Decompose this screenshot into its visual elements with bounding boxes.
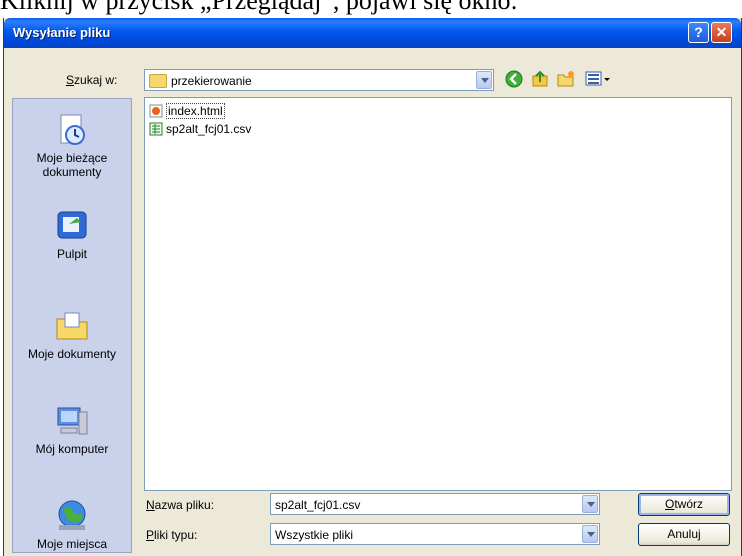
- file-type-select[interactable]: Wszystkie pliki: [270, 523, 600, 545]
- place-my-documents[interactable]: Moje dokumenty: [13, 309, 131, 361]
- window-title: Wysyłanie pliku: [13, 25, 111, 40]
- close-button[interactable]: ✕: [711, 22, 732, 43]
- list-item[interactable]: index.html: [149, 103, 225, 120]
- help-button[interactable]: ?: [688, 22, 709, 43]
- file-upload-dialog: Wysyłanie pliku ? ✕ Szukaj w: przekierow…: [3, 18, 742, 556]
- place-recent-documents[interactable]: Moje bieżące dokumenty: [13, 113, 131, 179]
- list-item[interactable]: sp2alt_fcj01.csv: [149, 122, 251, 138]
- new-folder-icon[interactable]: [556, 70, 576, 90]
- open-button[interactable]: Otwórz: [638, 493, 730, 516]
- desktop-icon: [55, 209, 89, 243]
- up-folder-icon[interactable]: [530, 70, 550, 90]
- places-bar: Moje bieżące dokumenty Pulpit Moje dokum…: [12, 98, 132, 553]
- place-desktop[interactable]: Pulpit: [13, 209, 131, 261]
- look-in-label: Szukaj w:: [66, 73, 118, 87]
- views-menu-icon[interactable]: [584, 70, 614, 90]
- look-in-value: przekierowanie: [171, 74, 252, 88]
- network-places-icon: [55, 499, 89, 533]
- my-documents-icon: [55, 309, 89, 343]
- file-name: index.html: [166, 103, 225, 119]
- back-icon[interactable]: [504, 70, 524, 90]
- place-my-computer[interactable]: Mój komputer: [13, 404, 131, 456]
- place-network[interactable]: Moje miejsca: [13, 499, 131, 551]
- html-file-icon: [149, 104, 163, 118]
- chevron-down-icon[interactable]: [582, 525, 598, 543]
- file-name-field[interactable]: sp2alt_fcj01.csv: [270, 493, 600, 515]
- title-bar[interactable]: Wysyłanie pliku ? ✕: [4, 18, 741, 48]
- folder-icon: [149, 73, 167, 88]
- file-list[interactable]: index.html sp2alt_fcj01.csv: [144, 97, 732, 491]
- cancel-button[interactable]: Anuluj: [638, 523, 730, 546]
- chevron-down-icon[interactable]: [582, 495, 598, 513]
- chevron-down-icon[interactable]: [476, 71, 492, 89]
- file-type-label: Pliki typu:: [146, 528, 198, 542]
- document-background-text: Kliknij w przycisk „Przeglądaj”, pojawi …: [0, 0, 518, 15]
- recent-documents-icon: [55, 113, 89, 147]
- csv-file-icon: [149, 122, 163, 136]
- look-in-combo[interactable]: przekierowanie: [144, 69, 494, 91]
- file-name: sp2alt_fcj01.csv: [166, 122, 252, 136]
- my-computer-icon: [55, 404, 89, 438]
- file-name-label: Nazwa pliku:: [146, 498, 215, 512]
